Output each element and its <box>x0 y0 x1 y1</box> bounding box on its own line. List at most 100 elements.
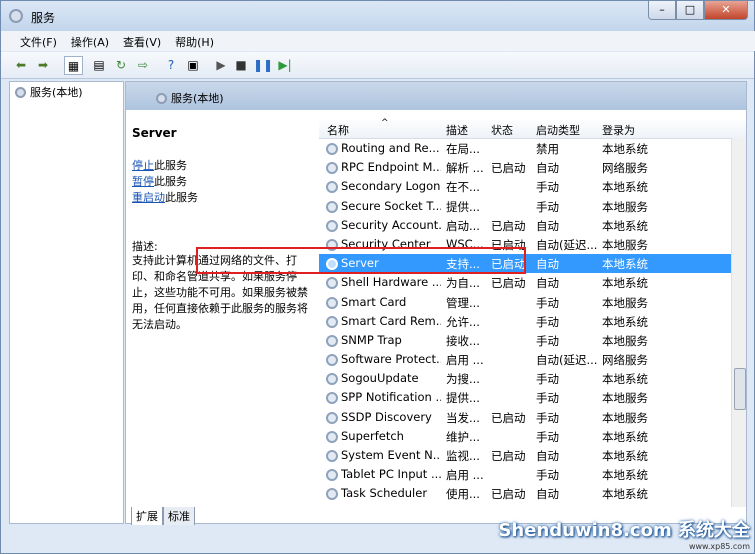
service-logon: 本地系统 <box>602 468 648 483</box>
service-row[interactable]: Smart Card 管理... 手动 本地服务 <box>319 293 746 312</box>
properties-icon[interactable]: ▣ <box>183 55 203 75</box>
stop-service-link[interactable]: 停止 <box>132 159 154 172</box>
list-view-icon[interactable]: ▤ <box>89 55 109 75</box>
forward-arrow-icon[interactable]: ➡ <box>33 55 53 75</box>
service-name: Superfetch <box>341 428 404 443</box>
vertical-scrollbar[interactable] <box>731 138 746 507</box>
service-logon: 本地服务 <box>602 410 648 425</box>
service-logon: 网络服务 <box>602 161 648 176</box>
service-logon: 本地系统 <box>602 142 648 156</box>
close-button[interactable]: ✕ <box>704 1 748 20</box>
restart-service-icon[interactable]: ▶| <box>275 55 295 75</box>
view-tabs: 扩展 标准 <box>131 507 195 526</box>
service-name: Security Account... <box>341 217 441 232</box>
service-logon: 本地服务 <box>602 199 648 214</box>
list-header: 名称 ^ 描述 状态 启动类型 登录为 <box>319 118 746 139</box>
service-row[interactable]: Smart Card Rem... 允许... 手动 本地系统 <box>319 312 746 331</box>
service-name: RPC Endpoint M... <box>341 160 441 175</box>
service-row[interactable]: Shell Hardware ... 为自... 已启动 自动 本地系统 <box>319 273 746 292</box>
service-description: 提供... <box>446 199 480 214</box>
pause-service-icon[interactable]: ❚❚ <box>253 55 273 75</box>
service-logon: 本地系统 <box>602 487 648 502</box>
pane-header: 服务(本地) <box>126 82 746 110</box>
service-row[interactable]: Software Protect... 启用 ... 自动(延迟... 网络服务 <box>319 350 746 369</box>
service-name: Routing and Re... <box>341 141 440 155</box>
service-gear-icon <box>326 488 338 501</box>
tree-item-services-local[interactable]: 服务(本地) <box>15 84 83 100</box>
service-gear-icon <box>326 411 338 424</box>
restart-link-suffix: 此服务 <box>165 191 198 204</box>
service-name: Secondary Logon <box>341 179 441 194</box>
service-name: Smart Card <box>341 294 407 309</box>
column-status[interactable]: 状态 <box>491 122 513 138</box>
service-name: Smart Card Rem... <box>341 313 441 328</box>
extended-description-panel: Server 停止此服务 暂停此服务 重启动此服务 描述: 支持此计算机通过网络… <box>126 110 316 510</box>
export-icon[interactable]: ⇨ <box>133 55 153 75</box>
services-main-pane: 服务(本地) Server 停止此服务 暂停此服务 重启动此服务 描述: 支持此… <box>125 81 747 526</box>
service-name: System Event N... <box>341 448 441 462</box>
service-row[interactable]: System Event N... 监视... 已启动 自动 本地系统 <box>319 446 746 465</box>
menu-view[interactable]: 查看(V) <box>116 31 168 51</box>
refresh-icon[interactable]: ↻ <box>111 55 131 75</box>
service-description: 为搜... <box>446 372 480 387</box>
service-name: Secure Socket T... <box>341 198 441 213</box>
menu-file[interactable]: 文件(F) <box>13 31 64 51</box>
service-description: 为自... <box>446 276 480 291</box>
tab-standard[interactable]: 标准 <box>163 507 195 526</box>
service-row[interactable]: Secure Socket T... 提供... 手动 本地服务 <box>319 197 746 216</box>
selected-service-name: Server <box>132 126 177 140</box>
column-logon-as[interactable]: 登录为 <box>602 122 635 138</box>
service-gear-icon <box>326 219 338 232</box>
help-icon[interactable]: ? <box>161 55 181 75</box>
service-gear-icon <box>326 334 338 347</box>
service-name: Shell Hardware ... <box>341 275 441 290</box>
services-header-icon <box>156 92 167 104</box>
service-gear-icon <box>326 373 338 386</box>
service-gear-icon <box>326 200 338 213</box>
column-startup-type[interactable]: 启动类型 <box>536 122 580 138</box>
status-bar: Shenduwin8.com 系统大全 www.xp85.com <box>1 520 754 553</box>
service-row[interactable]: Security Account... 启动... 已启动 自动 本地系统 <box>319 216 746 235</box>
service-startup-type: 手动 <box>536 429 559 444</box>
menu-help[interactable]: 帮助(H) <box>168 31 221 51</box>
service-row[interactable]: SSDP Discovery 当发... 已启动 手动 本地服务 <box>319 408 746 427</box>
column-name[interactable]: 名称 <box>327 122 349 138</box>
service-status: 已启动 <box>491 276 526 291</box>
service-gear-icon <box>326 277 338 290</box>
service-row[interactable]: SogouUpdate 为搜... 手动 本地系统 <box>319 369 746 388</box>
service-status: 已启动 <box>491 161 526 176</box>
service-gear-icon <box>326 430 338 443</box>
service-name: SPP Notification ... <box>341 390 441 405</box>
service-startup-type: 自动 <box>536 218 559 233</box>
minimize-button[interactable]: – <box>648 1 676 20</box>
service-row[interactable]: Superfetch 维护... 手动 本地系统 <box>319 427 746 446</box>
service-gear-icon <box>326 296 338 309</box>
service-row[interactable]: Task Scheduler 使用... 已启动 自动 本地系统 <box>319 484 746 503</box>
service-row[interactable]: SNMP Trap 接收... 手动 本地服务 <box>319 331 746 350</box>
start-service-icon[interactable]: ▶ <box>211 55 231 75</box>
maximize-button[interactable]: □ <box>676 1 704 20</box>
service-rows: Routing and Re... 在局... 禁用 本地系统 RPC Endpoint… <box>319 139 746 504</box>
service-description: 接收... <box>446 333 480 348</box>
back-arrow-icon[interactable]: ⬅ <box>11 55 31 75</box>
scrollbar-thumb[interactable] <box>734 368 746 410</box>
service-startup-type: 自动(延迟... <box>536 237 598 252</box>
column-description[interactable]: 描述 <box>446 122 468 138</box>
service-row[interactable]: Secondary Logon 在不... 手动 本地系统 <box>319 177 746 196</box>
console-tree-icon[interactable]: ▦ <box>64 56 83 75</box>
stop-service-icon[interactable]: ■ <box>231 55 251 75</box>
service-row[interactable]: Tablet PC Input ... 启用 ... 手动 本地系统 <box>319 465 746 484</box>
service-row[interactable]: RPC Endpoint M... 解析 ... 已启动 自动 网络服务 <box>319 158 746 177</box>
service-description: 启用 ... <box>446 353 484 368</box>
service-row[interactable]: Routing and Re... 在局... 禁用 本地系统 <box>319 139 746 158</box>
pause-service-link[interactable]: 暂停 <box>132 175 154 188</box>
menu-action[interactable]: 操作(A) <box>64 31 116 51</box>
service-startup-type: 手动 <box>536 199 559 214</box>
service-startup-type: 自动(延迟... <box>536 353 598 368</box>
title-bar[interactable]: 服务 – □ ✕ <box>1 1 754 31</box>
service-description: 提供... <box>446 391 480 406</box>
service-row[interactable]: SPP Notification ... 提供... 手动 本地服务 <box>319 388 746 407</box>
service-startup-type: 自动 <box>536 276 559 291</box>
restart-service-link[interactable]: 重启动 <box>132 191 165 204</box>
tab-extended[interactable]: 扩展 <box>131 507 163 526</box>
